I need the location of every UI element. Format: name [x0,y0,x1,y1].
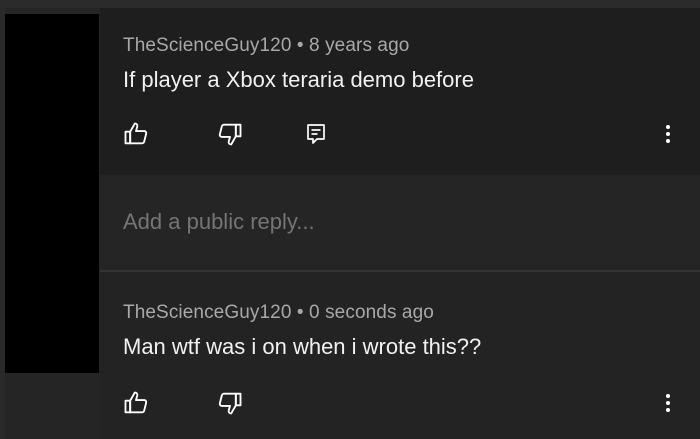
reply-input[interactable] [123,209,663,235]
comment-icon [307,124,325,144]
thumbs-down-icon [218,123,242,146]
comment-time[interactable]: 8 years ago [309,35,409,56]
reply-button[interactable] [300,118,332,150]
meta-separator: • [296,302,304,323]
thumbs-up-icon [124,391,148,414]
thumbs-down-icon [218,392,242,415]
comment-meta: TheScienceGuy120 • 0 seconds ago [123,302,434,324]
more-options-button[interactable] [652,387,684,419]
like-button[interactable] [120,387,152,419]
dislike-button[interactable] [214,118,246,150]
redacted-avatar [5,14,99,373]
meta-separator: • [296,35,304,56]
comment-item: TheScienceGuy120 • 8 years ago If player… [100,8,700,175]
comments-page: TheScienceGuy120 • 8 years ago If player… [0,0,700,439]
comment-item: TheScienceGuy120 • 0 seconds ago Man wtf… [100,272,700,439]
more-vertical-icon [666,125,670,143]
comment-time[interactable]: 0 seconds ago [309,302,434,323]
comment-actions [100,118,700,150]
thumbs-up-icon [124,122,148,145]
reply-box [100,175,700,271]
comment-actions [100,387,700,419]
comment-meta: TheScienceGuy120 • 8 years ago [123,35,409,57]
comment-author[interactable]: TheScienceGuy120 [123,35,291,56]
top-edge [0,0,700,8]
like-button[interactable] [120,118,152,150]
comment-author[interactable]: TheScienceGuy120 [123,302,291,323]
more-vertical-icon [666,394,670,412]
dislike-button[interactable] [214,387,246,419]
more-options-button[interactable] [652,118,684,150]
comment-text: Man wtf was i on when i wrote this?? [123,334,482,359]
comment-text: If player a Xbox teraria demo before [123,67,474,92]
